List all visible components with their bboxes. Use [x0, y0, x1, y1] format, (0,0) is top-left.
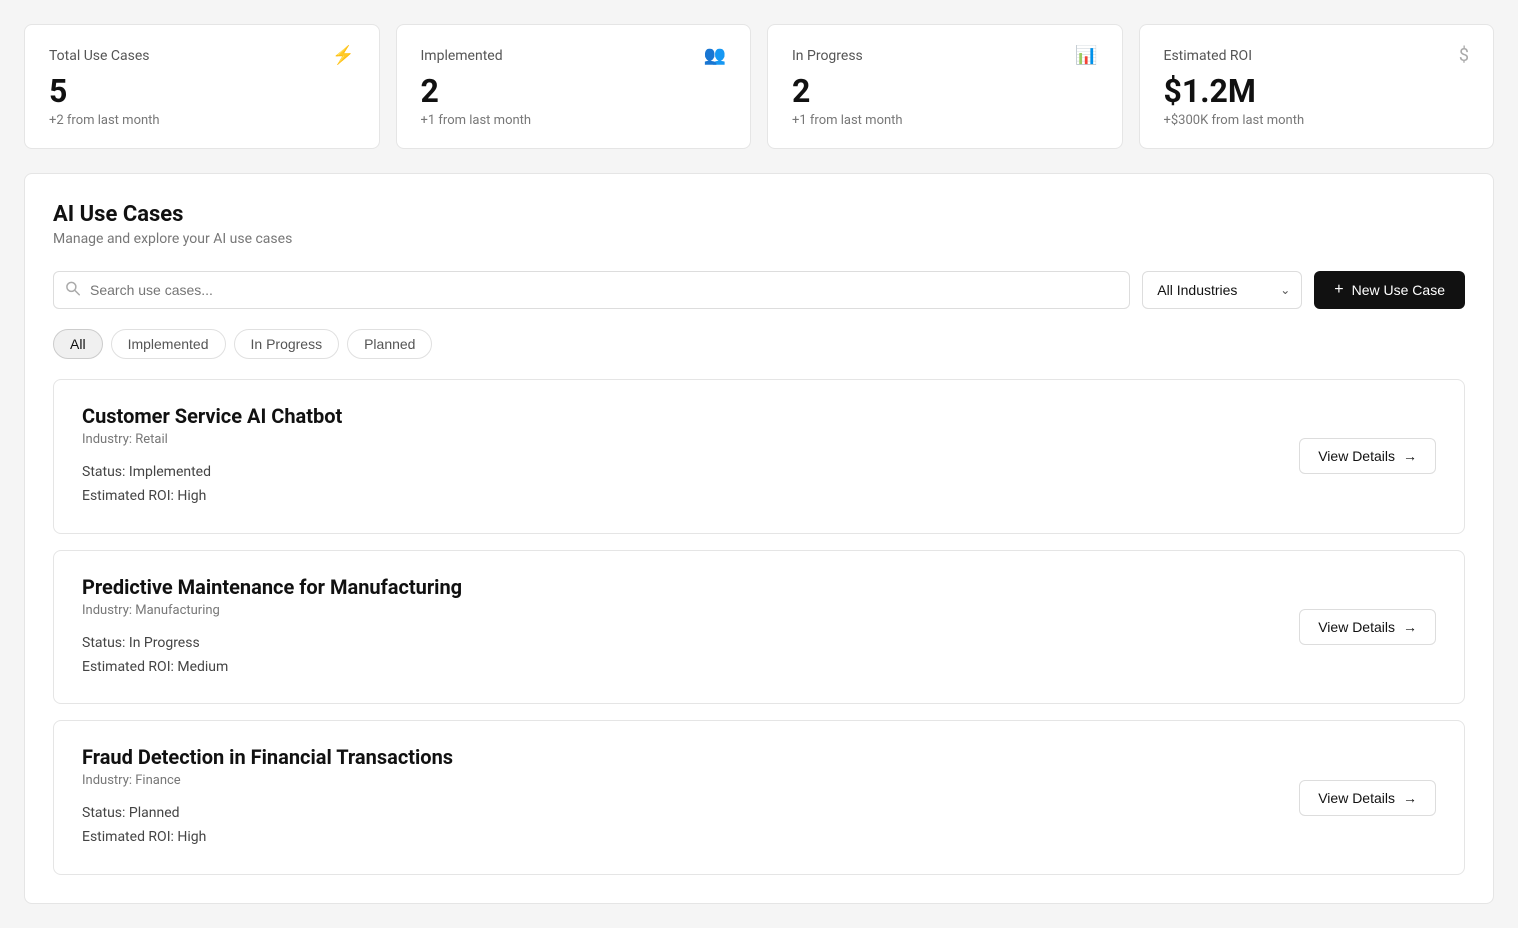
plus-icon: + — [1334, 281, 1343, 299]
use-case-meta: Status: Implemented Estimated ROI: High — [82, 461, 1275, 509]
arrow-right-icon: → — [1403, 619, 1417, 635]
view-details-label: View Details — [1318, 448, 1395, 464]
industry-select[interactable]: All IndustriesRetailManufacturingFinance — [1142, 271, 1302, 309]
view-details-button-maintenance[interactable]: View Details → — [1299, 609, 1436, 645]
use-case-industry: Industry: Finance — [82, 773, 1275, 788]
view-details-button-fraud[interactable]: View Details → — [1299, 780, 1436, 816]
toolbar: All IndustriesRetailManufacturingFinance… — [53, 271, 1465, 309]
stats-row: Total Use Cases ⚡ 5 +2 from last month I… — [24, 24, 1494, 149]
view-details-label: View Details — [1318, 790, 1395, 806]
use-case-roi: Estimated ROI: High — [82, 826, 1275, 850]
stat-card-implemented: Implemented 👥 2 +1 from last month — [396, 24, 752, 149]
use-case-info: Customer Service AI Chatbot Industry: Re… — [82, 404, 1275, 509]
use-case-status: Status: Planned — [82, 802, 1275, 826]
section-subtitle: Manage and explore your AI use cases — [53, 231, 1465, 247]
view-details-button-chatbot[interactable]: View Details → — [1299, 438, 1436, 474]
stat-title: Implemented — [421, 48, 503, 64]
new-use-case-button[interactable]: + New Use Case — [1314, 271, 1465, 309]
stat-change: +1 from last month — [421, 113, 727, 128]
arrow-right-icon: → — [1403, 790, 1417, 806]
filter-tabs: All Implemented In ProgressPlanned — [53, 329, 1465, 359]
use-case-title: Predictive Maintenance for Manufacturing — [82, 575, 1275, 599]
stat-icon: 📊 — [1075, 45, 1097, 66]
stat-value: 5 — [49, 74, 355, 109]
use-case-roi: Estimated ROI: Medium — [82, 656, 1275, 680]
use-cases-list: Customer Service AI Chatbot Industry: Re… — [53, 379, 1465, 875]
use-case-status: Status: In Progress — [82, 632, 1275, 656]
use-case-card-chatbot: Customer Service AI Chatbot Industry: Re… — [53, 379, 1465, 534]
new-use-case-label: New Use Case — [1352, 282, 1445, 298]
use-case-title: Fraud Detection in Financial Transaction… — [82, 745, 1275, 769]
search-container — [53, 271, 1130, 309]
stat-value: 2 — [792, 74, 1098, 109]
use-case-industry: Industry: Manufacturing — [82, 603, 1275, 618]
use-case-meta: Status: In Progress Estimated ROI: Mediu… — [82, 632, 1275, 680]
section-title: AI Use Cases — [53, 202, 1465, 227]
stat-header: Implemented 👥 — [421, 45, 727, 66]
industry-select-wrapper: All IndustriesRetailManufacturingFinance… — [1142, 271, 1302, 309]
stat-change: +$300K from last month — [1164, 113, 1470, 128]
filter-tab-planned[interactable]: Planned — [347, 329, 432, 359]
use-case-industry: Industry: Retail — [82, 432, 1275, 447]
stat-card-total-use-cases: Total Use Cases ⚡ 5 +2 from last month — [24, 24, 380, 149]
search-input[interactable] — [53, 271, 1130, 309]
stat-card-in-progress: In Progress 📊 2 +1 from last month — [767, 24, 1123, 149]
stat-icon: ⚡ — [332, 45, 354, 66]
stat-header: Estimated ROI $ — [1164, 45, 1470, 66]
stat-card-estimated-roi: Estimated ROI $ $1.2M +$300K from last m… — [1139, 24, 1495, 149]
use-case-meta: Status: Planned Estimated ROI: High — [82, 802, 1275, 850]
arrow-right-icon: → — [1403, 448, 1417, 464]
view-details-label: View Details — [1318, 619, 1395, 635]
use-case-status: Status: Implemented — [82, 461, 1275, 485]
stat-icon: $ — [1459, 45, 1469, 66]
use-case-card-maintenance: Predictive Maintenance for Manufacturing… — [53, 550, 1465, 705]
use-case-info: Predictive Maintenance for Manufacturing… — [82, 575, 1275, 680]
stat-value: $1.2M — [1164, 74, 1470, 109]
use-case-card-fraud: Fraud Detection in Financial Transaction… — [53, 720, 1465, 875]
filter-tab-all[interactable]: All — [53, 329, 103, 359]
stat-title: In Progress — [792, 48, 863, 64]
filter-tab-in-progress[interactable]: In Progress — [234, 329, 340, 359]
stat-change: +2 from last month — [49, 113, 355, 128]
use-case-title: Customer Service AI Chatbot — [82, 404, 1275, 428]
stat-title: Total Use Cases — [49, 48, 150, 64]
use-case-roi: Estimated ROI: High — [82, 485, 1275, 509]
stat-header: Total Use Cases ⚡ — [49, 45, 355, 66]
stat-icon: 👥 — [704, 45, 726, 66]
stat-change: +1 from last month — [792, 113, 1098, 128]
stat-value: 2 — [421, 74, 727, 109]
stat-title: Estimated ROI — [1164, 48, 1253, 64]
stat-header: In Progress 📊 — [792, 45, 1098, 66]
use-case-info: Fraud Detection in Financial Transaction… — [82, 745, 1275, 850]
main-section: AI Use Cases Manage and explore your AI … — [24, 173, 1494, 904]
filter-tab-implemented[interactable]: Implemented — [111, 329, 226, 359]
